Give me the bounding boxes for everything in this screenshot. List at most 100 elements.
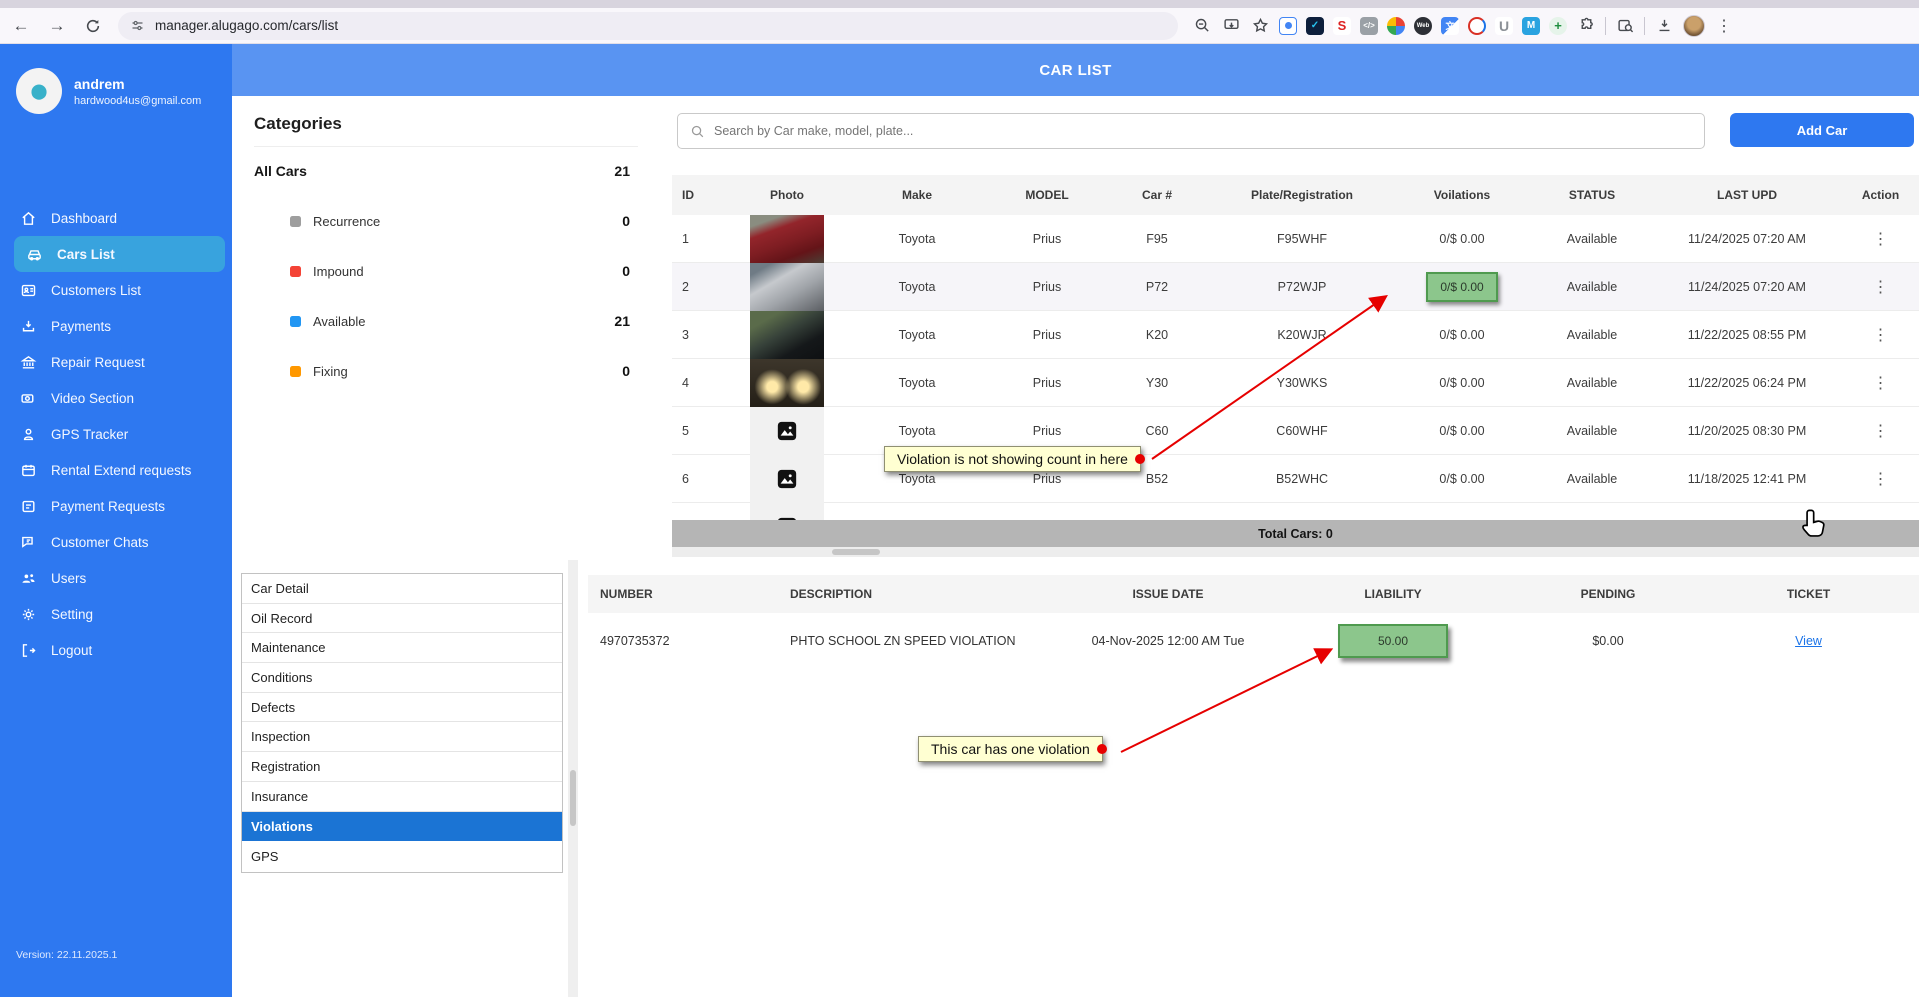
sidebar-item-payments[interactable]: Payments	[0, 308, 232, 344]
ext-u-icon[interactable]: U	[1495, 17, 1513, 35]
detail-tab-car-detail[interactable]: Car Detail	[242, 574, 562, 604]
row-actions-menu-icon[interactable]: ⋮	[1842, 325, 1919, 345]
car-row-5[interactable]: 5ToyotaPriusC60C60WHF0/$ 0.00Available11…	[672, 407, 1919, 455]
back-icon[interactable]: ←	[6, 11, 36, 41]
all-cars-count: 21	[614, 163, 638, 179]
row-actions-menu-icon[interactable]: ⋮	[1842, 277, 1919, 297]
car-search-field[interactable]	[677, 113, 1705, 149]
search-input[interactable]	[714, 124, 1692, 138]
detail-tab-inspection[interactable]: Inspection	[242, 722, 562, 752]
car-number: B52	[1102, 472, 1212, 486]
person-pin-icon	[20, 426, 37, 443]
car-row-3[interactable]: 3ToyotaPriusK20K20WJR0/$ 0.00Available11…	[672, 311, 1919, 359]
category-fixing[interactable]: Fixing 0	[254, 363, 638, 379]
car-row-6[interactable]: 6ToyotaPriusB52B52WHC0/$ 0.00Available11…	[672, 455, 1919, 503]
install-app-icon[interactable]	[1221, 16, 1241, 36]
car-number: Y30	[1102, 376, 1212, 390]
detail-tab-gps[interactable]: GPS	[242, 841, 562, 871]
sidebar-item-rental-extend[interactable]: Rental Extend requests	[0, 452, 232, 488]
sidebar-item-logout[interactable]: Logout	[0, 632, 232, 668]
annotation-anchor-dot	[1135, 454, 1145, 464]
annotation-text: This car has one violation	[931, 741, 1090, 757]
category-available[interactable]: Available 21	[254, 313, 638, 329]
address-bar[interactable]: manager.alugago.com/cars/list	[118, 12, 1178, 40]
ext-code-icon[interactable]: </>	[1360, 17, 1378, 35]
car-photo[interactable]	[750, 215, 824, 263]
add-car-button[interactable]: Add Car	[1730, 113, 1914, 147]
scrollbar-thumb[interactable]	[570, 770, 576, 826]
category-label: Fixing	[313, 364, 348, 379]
detail-tab-registration[interactable]: Registration	[242, 752, 562, 782]
sidebar-item-label: Video Section	[51, 391, 134, 406]
ext-translate-icon[interactable]: 文	[1441, 17, 1459, 35]
ext-plus-icon[interactable]: +	[1549, 17, 1567, 35]
car-row-2[interactable]: 2ToyotaPriusP72P72WJP0/$ 0.00Available11…	[672, 263, 1919, 311]
car-status: Available	[1532, 472, 1652, 486]
refresh-icon[interactable]	[78, 11, 108, 41]
car-row-4[interactable]: 4ToyotaPriusY30Y30WKS0/$ 0.00Available11…	[672, 359, 1919, 407]
sidebar-item-cars-list[interactable]: Cars List	[14, 236, 225, 272]
view-ticket-link[interactable]: View	[1795, 634, 1822, 648]
detail-tab-maintenance[interactable]: Maintenance	[242, 633, 562, 663]
vertical-scrollbar[interactable]	[568, 560, 578, 997]
col-id: ID	[672, 188, 732, 202]
ext-blue-dot-icon[interactable]	[1279, 17, 1297, 35]
detail-tab-defects[interactable]: Defects	[242, 693, 562, 723]
zoom-out-icon[interactable]	[1192, 16, 1212, 36]
car-plate: C60WHF	[1212, 424, 1392, 438]
col-ticket: TICKET	[1698, 587, 1919, 601]
sidebar-item-gps-tracker[interactable]: GPS Tracker	[0, 416, 232, 452]
horizontal-scrollbar[interactable]	[672, 547, 1919, 557]
row-actions-menu-icon[interactable]: ⋮	[1842, 469, 1919, 489]
sidebar-item-users[interactable]: Users	[0, 560, 232, 596]
browser-menu-icon[interactable]: ⋮	[1714, 16, 1734, 36]
browser-profile-avatar[interactable]	[1683, 15, 1705, 37]
car-model: Prius	[992, 376, 1102, 390]
car-photo[interactable]	[750, 359, 824, 407]
sidebar-item-label: Cars List	[57, 247, 115, 262]
downloads-icon[interactable]	[1654, 16, 1674, 36]
car-photo[interactable]	[750, 263, 824, 311]
car-row-1[interactable]: 1ToyotaPriusF95F95WHF0/$ 0.00Available11…	[672, 215, 1919, 263]
detail-tab-insurance[interactable]: Insurance	[242, 782, 562, 812]
ext-check-icon[interactable]: ✓	[1306, 17, 1324, 35]
sidebar-item-customer-chats[interactable]: Customer Chats	[0, 524, 232, 560]
category-impound[interactable]: Impound 0	[254, 263, 638, 279]
car-make: Toyota	[842, 376, 992, 390]
row-actions-menu-icon[interactable]: ⋮	[1842, 229, 1919, 249]
ext-m-icon[interactable]: M	[1522, 17, 1540, 35]
detail-tab-oil-record[interactable]: Oil Record	[242, 604, 562, 634]
tab-search-icon[interactable]	[1615, 16, 1635, 36]
browser-toolbar: ← → manager.alugago.com/cars/list ✓ S </…	[0, 8, 1919, 44]
user-avatar[interactable]: ⬤	[16, 68, 62, 114]
sidebar-item-video-section[interactable]: Video Section	[0, 380, 232, 416]
category-recurrence[interactable]: Recurrence 0	[254, 213, 638, 229]
extensions-puzzle-icon[interactable]	[1576, 16, 1596, 36]
ext-orbit-icon[interactable]	[1468, 17, 1486, 35]
scrollbar-thumb[interactable]	[832, 549, 880, 555]
category-all-cars[interactable]: All Cars 21	[254, 163, 638, 179]
sidebar-item-customers-list[interactable]: Customers List	[0, 272, 232, 308]
bookmark-star-icon[interactable]	[1250, 16, 1270, 36]
detail-tabs-panel: Car DetailOil RecordMaintenanceCondition…	[241, 573, 563, 873]
forward-icon[interactable]: →	[42, 11, 72, 41]
car-plate: P72WJP	[1212, 280, 1392, 294]
detail-tab-violations[interactable]: Violations	[242, 812, 562, 842]
annotation-anchor-dot	[1097, 744, 1107, 754]
ext-seo-icon[interactable]: S	[1333, 17, 1351, 35]
row-actions-menu-icon[interactable]: ⋮	[1842, 373, 1919, 393]
sidebar-item-label: Repair Request	[51, 355, 145, 370]
sidebar-item-repair-request[interactable]: Repair Request	[0, 344, 232, 380]
ext-photos-icon[interactable]	[1387, 17, 1405, 35]
car-plate: Y30WKS	[1212, 376, 1392, 390]
site-info-icon[interactable]	[130, 18, 145, 33]
row-actions-menu-icon[interactable]: ⋮	[1842, 421, 1919, 441]
sidebar-item-dashboard[interactable]: Dashboard	[0, 200, 232, 236]
car-photo[interactable]	[750, 311, 824, 359]
car-status: Available	[1532, 280, 1652, 294]
car-row-7[interactable]: 7ToyotaPriusK21K21WJR0/$ 0.00Available11…	[672, 503, 1919, 520]
sidebar-item-setting[interactable]: Setting	[0, 596, 232, 632]
ext-web-icon[interactable]: Web	[1414, 17, 1432, 35]
detail-tab-conditions[interactable]: Conditions	[242, 663, 562, 693]
sidebar-item-payment-requests[interactable]: Payment Requests	[0, 488, 232, 524]
